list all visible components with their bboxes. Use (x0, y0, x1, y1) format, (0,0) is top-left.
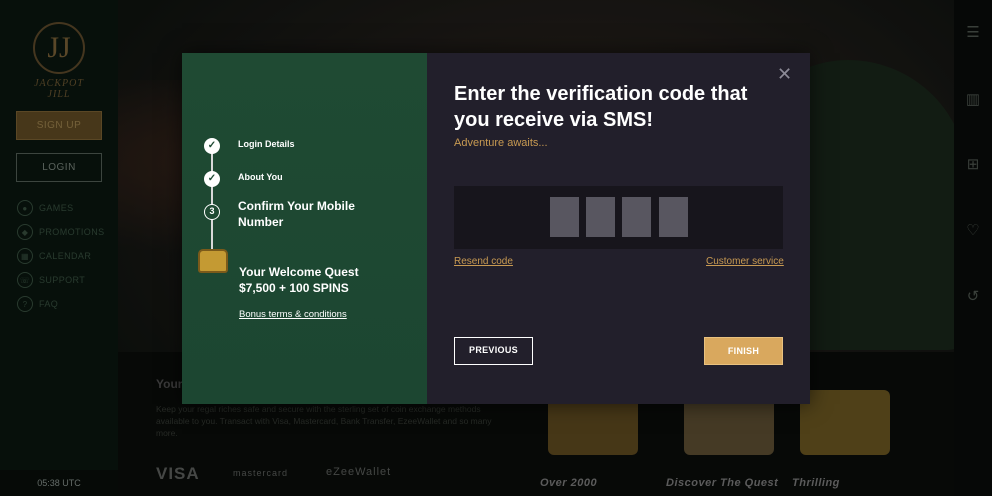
checkmark-icon: ✓ (204, 138, 220, 154)
modal-title: Enter the verification code that you rec… (454, 83, 748, 131)
previous-button[interactable]: PREVIOUS (454, 337, 533, 365)
welcome-offer: Your Welcome Quest $7,500 + 100 SPINS (239, 264, 409, 296)
resend-code-link[interactable]: Resend code (454, 256, 513, 267)
code-digit-2[interactable] (586, 197, 615, 237)
step-number-badge: 3 (204, 204, 220, 220)
welcome-offer-title: Your Welcome Quest (239, 265, 359, 279)
code-digit-4[interactable] (659, 197, 688, 237)
checkmark-icon: ✓ (204, 171, 220, 187)
registration-steps-panel: ✓ Login Details ✓ About You 3 Confirm Yo… (182, 53, 427, 404)
finish-button[interactable]: FINISH (704, 337, 783, 365)
step-about-you: ✓ About You (204, 171, 283, 187)
verification-modal: ✓ Login Details ✓ About You 3 Confirm Yo… (182, 53, 810, 404)
step-login-details: ✓ Login Details (204, 138, 295, 154)
step-label: Login Details (238, 139, 295, 149)
page: Your Keep your regal riches safe and sec… (0, 0, 992, 496)
step-connector-line (211, 145, 213, 255)
code-input-group (454, 186, 783, 249)
welcome-offer-amount: $7,500 + 100 SPINS (239, 281, 349, 295)
code-digit-3[interactable] (622, 197, 651, 237)
treasure-chest-icon (198, 249, 228, 273)
code-digit-1[interactable] (550, 197, 579, 237)
step-label: Confirm Your Mobile Number (238, 199, 355, 229)
step-confirm-mobile: 3 Confirm Your Mobile Number (204, 199, 388, 230)
step-label: About You (238, 172, 283, 182)
bonus-terms-link[interactable]: Bonus terms & conditions (239, 309, 347, 320)
close-icon[interactable]: ✕ (777, 65, 792, 83)
modal-subtitle: Adventure awaits... (454, 137, 548, 149)
verification-panel: ✕ Enter the verification code that you r… (427, 53, 810, 404)
customer-service-link[interactable]: Customer service (706, 256, 784, 267)
